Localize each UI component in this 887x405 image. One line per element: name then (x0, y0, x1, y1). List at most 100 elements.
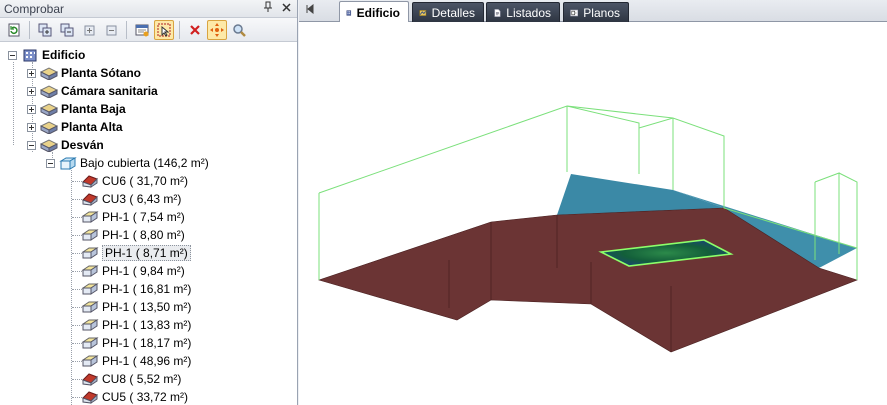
tab-planos[interactable]: Planos (563, 2, 629, 22)
building-tree: Edificio Planta Sótano Cámara sanitaria … (0, 44, 297, 405)
expand-all-icon[interactable] (35, 20, 55, 40)
floor-slab-icon (81, 337, 99, 349)
refresh-icon[interactable] (4, 20, 24, 40)
tree-item[interactable]: PH-1 ( 8,71 m²) (81, 244, 191, 262)
tree-item[interactable]: CU3 ( 6,43 m²) (81, 190, 181, 208)
tree-connector (71, 170, 72, 405)
floor-slab-icon (81, 301, 99, 313)
expand-toggle[interactable] (27, 122, 36, 132)
expand-toggle[interactable] (27, 86, 36, 96)
close-icon[interactable] (279, 2, 293, 15)
tree-item[interactable]: PH-1 ( 18,17 m²) (81, 334, 191, 352)
expand-toggle[interactable] (27, 104, 36, 114)
element-type: PH-1 (102, 264, 130, 278)
tree-item[interactable]: PH-1 ( 13,83 m²) (81, 316, 191, 334)
tab-detalles[interactable]: Detalles (412, 2, 484, 22)
floor-icon (40, 103, 58, 116)
move-icon[interactable] (207, 19, 227, 40)
tree-item[interactable]: CU6 ( 31,70 m²) (81, 172, 188, 190)
collapse-icon[interactable] (101, 20, 121, 40)
floor-icon (40, 139, 58, 152)
element-area: ( 13,83 m²) (132, 318, 192, 332)
collapse-toggle[interactable] (8, 50, 17, 60)
first-tab-icon[interactable] (305, 3, 319, 18)
tab-label: Planos (583, 5, 620, 20)
tree-item-label: PH-1 ( 9,84 m²) (102, 264, 185, 278)
search-icon[interactable] (229, 20, 249, 40)
building-icon (23, 49, 37, 62)
delete-icon[interactable] (185, 20, 205, 40)
element-area: ( 48,96 m²) (132, 354, 192, 368)
building-geometry (317, 105, 858, 353)
element-type: PH-1 (102, 282, 130, 296)
tab-label: Detalles (431, 5, 475, 20)
tree-item-label: CU3 ( 6,43 m²) (102, 192, 181, 206)
collapse-all-icon[interactable] (57, 20, 77, 40)
floor-icon (40, 121, 58, 134)
element-type: PH-1 (102, 300, 130, 314)
tree-floor[interactable]: Desván (27, 136, 104, 154)
3d-viewport[interactable] (299, 22, 887, 405)
tree-zone[interactable]: Bajo cubierta (146,2 m²) (46, 154, 209, 172)
tab-label: Edificio (356, 5, 400, 20)
tree-item[interactable]: PH-1 ( 8,80 m²) (81, 226, 185, 244)
zone-label: Bajo cubierta (146,2 m²) (80, 156, 209, 170)
floor-icon (40, 67, 58, 80)
expand-icon[interactable] (79, 20, 99, 40)
element-area: ( 6,43 m²) (129, 192, 182, 206)
tree-item-label: PH-1 ( 13,83 m²) (102, 318, 191, 332)
tree-item[interactable]: PH-1 ( 48,96 m²) (81, 352, 191, 370)
collapse-toggle[interactable] (27, 140, 36, 150)
floor-label: Planta Alta (61, 120, 123, 134)
element-type: CU5 (102, 390, 127, 404)
pin-icon[interactable] (261, 1, 275, 16)
tree-root[interactable]: Edificio (8, 46, 85, 64)
tree-item-label: PH-1 ( 8,71 m²) (102, 245, 191, 261)
floor-slab-icon (81, 247, 99, 259)
floor-slab-icon (81, 229, 99, 241)
tree-floor[interactable]: Cámara sanitaria (27, 82, 158, 100)
element-area: ( 18,17 m²) (132, 336, 192, 350)
properties-icon[interactable] (132, 20, 152, 40)
tree-item-label: CU6 ( 31,70 m²) (102, 174, 188, 188)
select-icon[interactable] (154, 19, 174, 40)
check-panel: Comprobar Edificio Planta Sótano Cámara … (0, 0, 298, 405)
tree-item[interactable]: CU8 ( 5,52 m²) (81, 370, 181, 388)
element-area: ( 16,81 m²) (132, 282, 192, 296)
tree-item-label: PH-1 ( 18,17 m²) (102, 336, 191, 350)
element-area: ( 8,71 m²) (135, 246, 188, 260)
collapse-toggle[interactable] (46, 158, 55, 168)
tree-item-label: PH-1 ( 8,80 m²) (102, 228, 185, 242)
tree-floor[interactable]: Planta Sótano (27, 64, 141, 82)
element-type: PH-1 (102, 318, 130, 332)
tree-root-label: Edificio (42, 48, 86, 62)
element-type: CU8 (102, 372, 127, 386)
tab-edificio[interactable]: Edificio (339, 1, 409, 23)
tree-floor[interactable]: Planta Baja (27, 100, 126, 118)
tab-listados[interactable]: Listados (486, 2, 560, 22)
floor-slab-icon (81, 355, 99, 367)
element-type: PH-1 (105, 246, 133, 260)
tree-item[interactable]: PH-1 ( 9,84 m²) (81, 262, 185, 280)
tree-item-label: PH-1 ( 13,50 m²) (102, 300, 191, 314)
element-area: ( 33,72 m²) (129, 390, 189, 404)
floor-slab-icon (81, 265, 99, 277)
element-area: ( 7,54 m²) (132, 210, 185, 224)
tree-item[interactable]: CU5 ( 33,72 m²) (81, 388, 188, 405)
tree-item[interactable]: PH-1 ( 13,50 m²) (81, 298, 191, 316)
element-type: PH-1 (102, 210, 130, 224)
app-window: Comprobar Edificio Planta Sótano Cámara … (0, 0, 887, 405)
tree-item[interactable]: PH-1 ( 7,54 m²) (81, 208, 185, 226)
roof-element-icon (82, 193, 98, 206)
floor-slab-icon (81, 319, 99, 331)
tree-item-label: CU5 ( 33,72 m²) (102, 390, 188, 404)
expand-toggle[interactable] (27, 68, 36, 78)
tree-floor[interactable]: Planta Alta (27, 118, 123, 136)
element-type: PH-1 (102, 336, 130, 350)
tree-item[interactable]: PH-1 ( 16,81 m²) (81, 280, 191, 298)
tree-item-label: PH-1 ( 16,81 m²) (102, 282, 191, 296)
plans-icon (570, 9, 579, 16)
floor-label: Planta Sótano (61, 66, 142, 80)
panel-title-bar: Comprobar (0, 0, 297, 18)
building-3d-view[interactable] (299, 22, 887, 405)
